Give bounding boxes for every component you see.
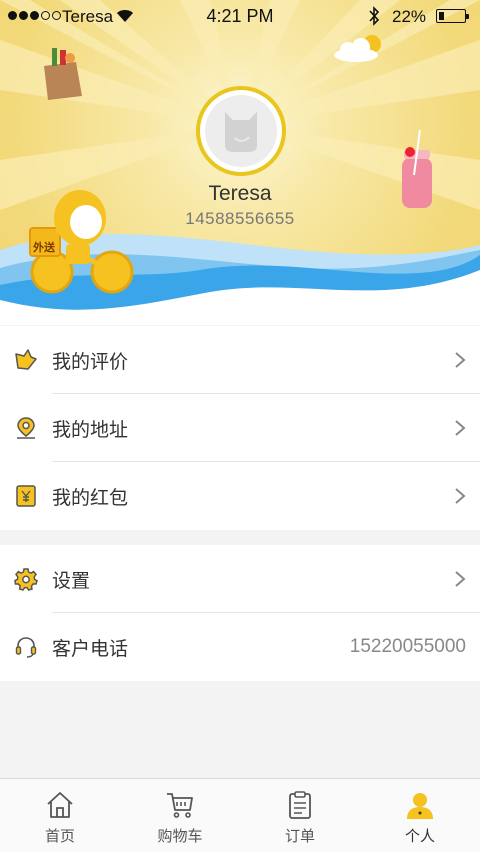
location-pin-icon (17, 417, 35, 439)
chevron-right-icon (455, 571, 466, 587)
tab-cart[interactable]: 购物车 (120, 779, 240, 852)
headset-icon (15, 637, 37, 658)
tab-label: 订单 (284, 828, 315, 845)
menu-item-addresses[interactable]: 我的地址 (0, 394, 480, 462)
user-phone: 14588556655 (185, 209, 295, 228)
menu-item-red-packets[interactable]: 我的红包 (0, 462, 480, 530)
menu-label: 我的评价 (52, 351, 129, 373)
menu-label: 设置 (52, 570, 91, 592)
menu-group-settings: 设置 客户电话 15220055000 (0, 545, 480, 681)
star-icon (15, 349, 37, 370)
grocery-bag-icon (44, 48, 82, 100)
tab-profile[interactable]: 个人 (360, 779, 480, 852)
bluetooth-icon (369, 6, 380, 26)
menu-label: 客户电话 (52, 638, 129, 660)
default-avatar-icon (225, 112, 257, 152)
menu-label: 我的地址 (52, 419, 129, 441)
person-icon (407, 793, 433, 819)
menu-label: 我的红包 (52, 487, 129, 509)
scooter-sign: 外送 (33, 242, 55, 254)
tab-label: 个人 (404, 828, 435, 845)
username: Teresa (208, 182, 272, 205)
gear-icon (14, 568, 38, 591)
tab-label: 购物车 (157, 828, 203, 845)
clipboard-icon (289, 791, 311, 819)
battery-percent: 22% (392, 7, 427, 26)
cart-icon (167, 793, 193, 818)
avatar[interactable] (196, 86, 286, 176)
tab-home[interactable]: 首页 (0, 779, 120, 852)
avatar-placeholder (205, 95, 277, 167)
menu-item-reviews[interactable]: 我的评价 (0, 326, 480, 394)
battery-icon (436, 9, 469, 23)
chevron-right-icon (455, 420, 466, 436)
chevron-right-icon (455, 352, 466, 368)
chevron-right-icon (455, 488, 466, 504)
profile-header: 外送 Teresa 14588556655 (0, 0, 480, 325)
tab-orders[interactable]: 订单 (240, 779, 360, 852)
menu-group-account: 我的评价 我的地址 我的红包 (0, 326, 480, 530)
menu-item-settings[interactable]: 设置 (0, 545, 480, 613)
status-bar: Teresa 4:21 PM 22% (0, 0, 480, 32)
tab-bar: 首页 购物车 订单 个人 (0, 778, 480, 852)
home-icon (47, 792, 73, 818)
customer-phone-number: 15220055000 (349, 636, 466, 657)
tab-label: 首页 (44, 828, 75, 845)
menu-item-customer-phone[interactable]: 客户电话 15220055000 (0, 613, 480, 681)
red-packet-icon (16, 485, 36, 507)
